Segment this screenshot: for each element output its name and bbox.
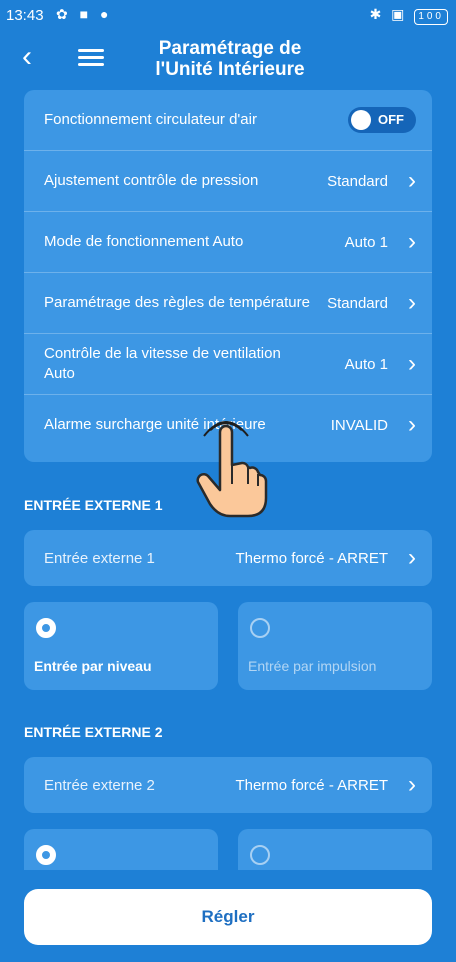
page-title-line2: l'Unité Intérieure: [155, 59, 305, 80]
chevron-right-icon: ›: [408, 167, 416, 194]
setting-value: INVALID: [330, 416, 388, 434]
chevron-right-icon: ›: [408, 771, 416, 798]
setting-label: Mode de fonctionnement Auto: [44, 233, 244, 250]
radio-selected-icon: [36, 845, 56, 865]
back-chevron-icon[interactable]: ‹: [22, 40, 52, 74]
air-circulator-toggle[interactable]: OFF: [348, 107, 416, 133]
app-header: ‹ Paramétrage de l'Unité Intérieure: [0, 30, 456, 88]
external-input-label: Entrée externe 2: [44, 776, 155, 794]
setting-row-pressure-control[interactable]: Ajustement contrôle de pression Standard…: [24, 151, 432, 212]
setting-value: Auto 1: [344, 233, 388, 251]
status-time: 13:43: [6, 7, 44, 24]
apply-button[interactable]: Régler: [24, 889, 432, 945]
battery-icon: 100: [414, 9, 448, 25]
status-bar: 13:43 ✿ ■ ● ✱ ▣ 100: [0, 0, 456, 30]
menu-icon[interactable]: [78, 45, 104, 69]
setting-row-auto-mode[interactable]: Mode de fonctionnement Auto Auto 1 ›: [24, 212, 432, 273]
setting-value: Auto 1: [344, 355, 388, 373]
setting-label: Paramétrage des règles de température: [44, 294, 310, 311]
toggle-knob: [351, 110, 371, 130]
setting-row-temperature-rules[interactable]: Paramétrage des règles de température St…: [24, 273, 432, 334]
option-label: Entrée par impulsion: [248, 658, 377, 674]
system-icons: ✱ ▣ 100: [370, 6, 448, 25]
option-level-input[interactable]: Entrée par niveau: [24, 602, 218, 690]
option-pulse-input[interactable]: Entrée par impulsion: [238, 602, 432, 690]
option-label: Entrée par niveau: [34, 658, 152, 674]
external-input-value: Thermo forcé - ARRET: [235, 776, 388, 794]
chevron-right-icon: ›: [408, 350, 416, 377]
chevron-right-icon: ›: [408, 289, 416, 316]
toggle-state: OFF: [378, 112, 404, 127]
pointing-hand-icon: [196, 421, 268, 518]
setting-value: Standard: [327, 294, 388, 312]
setting-row-fan-speed[interactable]: Contrôle de la vitesse de ventilation Au…: [24, 334, 432, 395]
section-title-external-1: ENTRÉE EXTERNE 1: [24, 497, 163, 513]
external-input-1-row[interactable]: Entrée externe 1 Thermo forcé - ARRET ›: [24, 530, 432, 586]
setting-value: Standard: [327, 172, 388, 190]
app-screen: 13:43 ✿ ■ ● ✱ ▣ 100 ‹ Paramétrage de l'U…: [0, 0, 456, 962]
chevron-right-icon: ›: [408, 544, 416, 571]
external-input-value: Thermo forcé - ARRET: [235, 549, 388, 567]
radio-selected-icon: [36, 618, 56, 638]
page-title: Paramétrage de l'Unité Intérieure: [130, 38, 330, 80]
radio-unselected-icon: [250, 845, 270, 865]
section-title-external-2: ENTRÉE EXTERNE 2: [24, 724, 163, 740]
setting-row-air-circulator: Fonctionnement circulateur d'air OFF: [24, 90, 432, 151]
page-title-line1: Paramétrage de: [158, 38, 302, 59]
external-input-2-row[interactable]: Entrée externe 2 Thermo forcé - ARRET ›: [24, 757, 432, 813]
setting-label: Fonctionnement circulateur d'air: [44, 111, 257, 128]
setting-label: Contrôle de la vitesse de ventilation Au…: [44, 345, 281, 382]
chevron-right-icon: ›: [408, 411, 416, 438]
setting-label: Alarme surcharge unité intérieure: [44, 416, 266, 433]
settings-card: Fonctionnement circulateur d'air OFF Aju…: [24, 90, 432, 462]
chevron-right-icon: ›: [408, 228, 416, 255]
external-input-label: Entrée externe 1: [44, 549, 155, 567]
radio-unselected-icon: [250, 618, 270, 638]
notification-icons: ✿ ■ ●: [56, 6, 113, 22]
setting-label: Ajustement contrôle de pression: [44, 172, 259, 189]
